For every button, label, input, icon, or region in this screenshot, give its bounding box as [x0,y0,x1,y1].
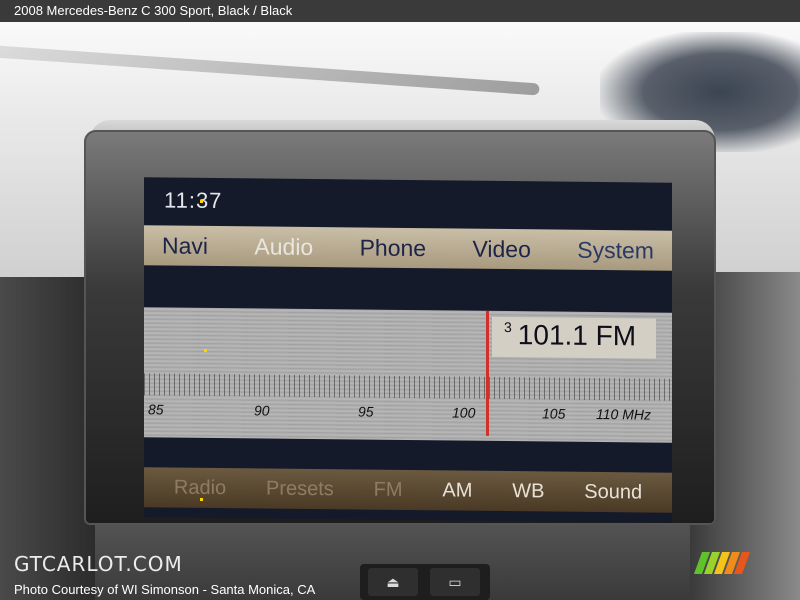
menu-item-system[interactable]: System [577,236,654,264]
audio-menu: Radio Presets FM AM WB Sound [144,467,672,513]
photo: 11:37 Navi Audio Phone Video System 3 101… [0,22,800,600]
frequency-value: 101.1 FM [517,319,637,352]
menu-item-audio[interactable]: Audio [254,233,313,261]
preset-number: 3 [504,319,512,336]
scale-label: 110 MHz [596,405,651,423]
logo-stripes [693,552,774,574]
tuner-needle [486,310,489,436]
bottom-item-presets[interactable]: Presets [266,477,334,501]
bottom-item-radio[interactable]: Radio [174,476,226,500]
indicator-dot [204,349,207,352]
menu-item-phone[interactable]: Phone [360,234,427,262]
frequency-readout: 3 101.1 FM [504,319,636,352]
scale-label: 90 [254,402,270,419]
site-watermark: GTCARLOT.COM [14,552,183,576]
indicator-dot [200,498,203,501]
main-menu: Navi Audio Phone Video System [144,225,672,271]
media-button[interactable]: ▭ [430,568,480,596]
scale-label: 95 [358,403,374,420]
caption-bar: 2008 Mercedes-Benz C 300 Sport, Black / … [0,0,800,22]
eject-button[interactable]: ⏏ [368,568,418,596]
bottom-item-fm[interactable]: FM [374,478,403,501]
control-buttons: ⏏ ▭ [360,564,490,600]
clock: 11:37 [164,187,223,214]
bottom-item-sound[interactable]: Sound [584,480,642,504]
scale-label: 100 [452,404,476,421]
photo-credit: Photo Courtesy of WI Simonson - Santa Mo… [14,582,316,597]
indicator-dot [200,200,203,203]
bottom-item-am[interactable]: AM [442,479,472,502]
scale-label: 105 [542,405,566,422]
menu-item-navi[interactable]: Navi [162,232,208,259]
caption-title: 2008 Mercedes-Benz C 300 Sport, Black / … [14,3,293,18]
infotainment-screen: 11:37 Navi Audio Phone Video System 3 101… [144,177,672,523]
bottom-item-wb[interactable]: WB [512,480,544,503]
menu-item-video[interactable]: Video [472,235,530,263]
scale-label: 85 [148,401,164,418]
